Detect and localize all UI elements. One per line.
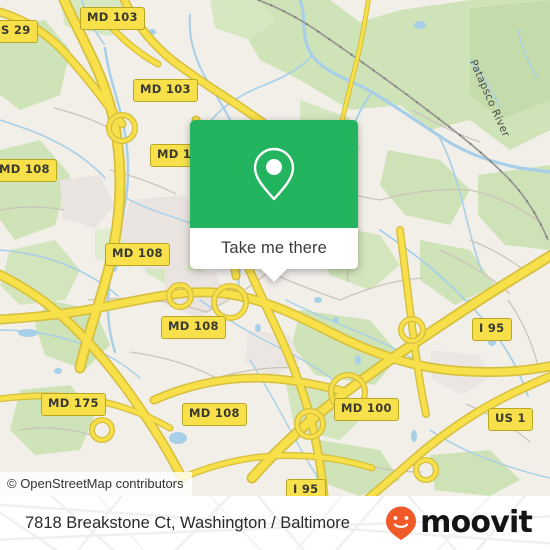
bottom-info-bar: 7818 Breakstone Ct, Washington / Baltimo… [0,496,550,550]
map-pin-icon [253,147,295,201]
road-shield[interactable]: MD 103 [133,79,198,102]
road-shield[interactable]: MD 175 [41,393,106,416]
road-shield[interactable]: MD 108 [0,159,57,182]
map-canvas[interactable]: Patapsco River S 29 MD 103 MD 103 MD 10 … [0,0,550,496]
destination-callout-card[interactable]: Take me there [190,120,358,282]
road-shield[interactable]: MD 108 [182,403,247,426]
address-label: 7818 Breakstone Ct, Washington / Baltimo… [25,513,350,532]
road-shield[interactable]: MD 100 [334,398,399,421]
road-shield[interactable]: US 1 [488,408,533,431]
callout-icon-panel [190,120,358,228]
screenshot-root: Patapsco River S 29 MD 103 MD 103 MD 10 … [0,0,550,550]
road-shield[interactable]: MD 108 [105,243,170,266]
callout-action-panel[interactable]: Take me there [190,228,358,282]
osm-attribution[interactable]: © OpenStreetMap contributors [0,471,192,496]
road-shield[interactable]: MD 108 [161,316,226,339]
road-shield[interactable]: MD 103 [80,7,145,30]
road-shield[interactable]: I 95 [286,479,326,496]
callout-pointer-tail [260,268,288,282]
moovit-logo[interactable]: moovit [384,505,533,541]
moovit-wordmark: moovit [420,505,533,540]
take-me-there-label: Take me there [221,239,327,258]
road-shield[interactable]: S 29 [0,20,38,43]
moovit-smiley-pin-icon [386,506,417,540]
road-shield[interactable]: I 95 [472,318,512,341]
